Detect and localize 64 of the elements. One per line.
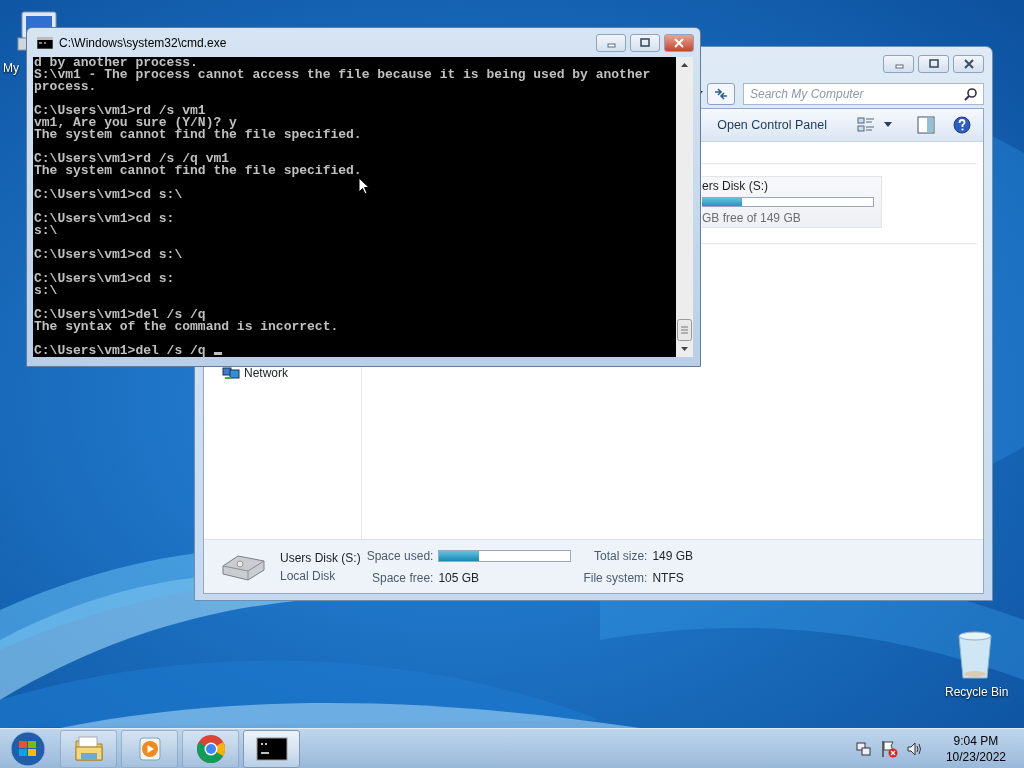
drive-name: ers Disk (S:): [702, 178, 769, 195]
field-label: Space free:: [371, 569, 434, 587]
speaker-icon[interactable]: [905, 740, 922, 757]
console-line: C:\Users\vm1>rd /s vm1: [34, 105, 206, 117]
maximize-icon: [639, 37, 651, 48]
command-button[interactable]: Open Control Panel: [711, 113, 833, 137]
field-value: NTFS: [652, 569, 685, 587]
field-value: 149 GB: [652, 547, 694, 565]
chrome-icon: [194, 732, 227, 765]
console-line: s:\: [34, 225, 59, 237]
console-line: d by another process.: [34, 57, 198, 69]
window-title: C:\Windows\system32\cmd.exe: [59, 34, 228, 52]
view-options-icon[interactable]: [857, 117, 875, 133]
console-line: The system cannot find the file specified.: [34, 165, 363, 177]
refresh-button[interactable]: [707, 83, 735, 105]
console-line: C:\Users\vm1>rd /s /q vm1: [34, 153, 230, 165]
free-space-text: GB free of 149 GB: [702, 210, 802, 227]
flag-icon[interactable]: [879, 739, 898, 758]
trash-bin-icon[interactable]: [955, 630, 995, 680]
search-field[interactable]: Search My Computer: [743, 83, 984, 105]
clock[interactable]: 9:04 PM 10/23/2022: [945, 732, 1006, 765]
clock-date: 10/23/2022: [945, 748, 1006, 765]
field-label: File system:: [583, 569, 648, 587]
maximize-icon: [927, 58, 940, 69]
mouse-pointer-icon: [358, 177, 370, 195]
field-label: Space used:: [366, 547, 434, 565]
console-line: s:\: [34, 285, 59, 297]
console-line: C:\Users\vm1>cd s:: [34, 273, 176, 285]
clock-time: 9:04 PM: [952, 732, 1000, 749]
close-icon: [962, 58, 975, 69]
field-value: 105 GB: [438, 569, 481, 587]
search-icon: [964, 87, 978, 101]
close-icon: [673, 37, 685, 48]
close-button[interactable]: [664, 33, 694, 52]
console-line: C:\Users\vm1>cd s:\: [34, 249, 184, 261]
preview-pane-icon[interactable]: [917, 116, 935, 134]
close-button[interactable]: [953, 54, 984, 73]
console-line: C:\Users\vm1>cd s:: [34, 213, 176, 225]
network-icon: [222, 366, 240, 380]
sidebar-item[interactable]: Network: [204, 364, 361, 382]
maximize-button[interactable]: [630, 33, 660, 52]
scrollbar[interactable]: [676, 57, 693, 357]
help-icon[interactable]: [953, 116, 971, 134]
taskbar-button[interactable]: [243, 729, 300, 768]
drive-tile[interactable]: ers Disk (S:) GB free of 149 GB: [702, 176, 882, 228]
maximize-button[interactable]: [918, 54, 949, 73]
console-line: S:\vm1 - The process cannot access the file because it is being used by another: [34, 69, 652, 81]
console-line: process.: [34, 81, 98, 93]
drive-name: Users Disk (S:): [280, 549, 361, 567]
refresh-icon: [713, 87, 729, 101]
field-label: Total size:: [593, 547, 648, 565]
desktop-icon-label[interactable]: Recycle Bin: [945, 683, 1009, 701]
caret-icon[interactable]: [883, 122, 893, 128]
console-line: vm1, Are you sure (Y/N)? y: [34, 117, 238, 129]
console-line: The system cannot find the file specified.: [34, 129, 363, 141]
drive-type: Local Disk: [280, 567, 337, 585]
desktop-icon-label[interactable]: My: [3, 59, 19, 77]
network-icon[interactable]: [855, 740, 872, 757]
scroll-thumb[interactable]: [677, 319, 692, 341]
console-icon: [37, 36, 53, 49]
console-line: C:\Users\vm1>del /s /q: [34, 345, 676, 357]
console-line: C:\Users\vm1>cd s:\: [34, 189, 184, 201]
console-line: The syntax of the command is incorrect.: [34, 321, 340, 333]
console-line: C:\Users\vm1>del /s /q: [34, 309, 206, 321]
